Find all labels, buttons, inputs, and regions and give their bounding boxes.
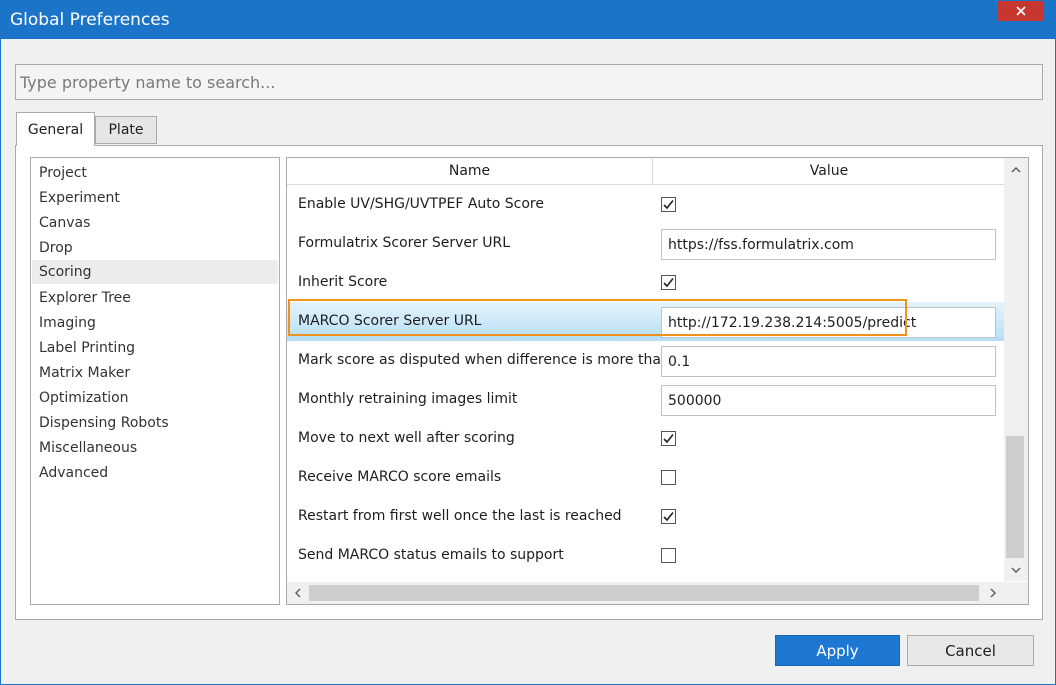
column-header-value[interactable]: Value — [654, 158, 1004, 185]
category-item-explorer-tree[interactable]: Explorer Tree — [32, 286, 278, 310]
category-item-miscellaneous[interactable]: Miscellaneous — [32, 436, 278, 460]
property-name: Formulatrix Scorer Server URL — [298, 235, 511, 251]
close-button[interactable] — [998, 1, 1044, 21]
move-next-well-checkbox[interactable] — [661, 431, 676, 446]
property-row[interactable]: Receive MARCO score emails — [287, 458, 1004, 497]
tab-plate[interactable]: Plate — [95, 116, 157, 144]
retraining-limit-input[interactable] — [661, 385, 996, 416]
category-item-optimization[interactable]: Optimization — [32, 386, 278, 410]
property-row[interactable]: Restart from first well once the last is… — [287, 497, 1004, 536]
property-name: Inherit Score — [298, 274, 388, 290]
category-item-canvas[interactable]: Canvas — [32, 211, 278, 235]
inherit-score-checkbox[interactable] — [661, 275, 676, 290]
category-item-advanced[interactable]: Advanced — [32, 461, 278, 485]
title-bar[interactable]: Global Preferences — [1, 1, 1055, 39]
disputed-difference-input[interactable] — [661, 346, 996, 377]
category-list: Project Experiment Canvas Drop Scoring E… — [30, 157, 280, 605]
formulatrix-scorer-url-input[interactable] — [661, 229, 996, 260]
vertical-scrollbar[interactable] — [1004, 158, 1028, 581]
checkmark-icon — [663, 278, 674, 288]
checkmark-icon — [663, 512, 674, 522]
property-row[interactable]: Mark score as disputed when difference i… — [287, 341, 1004, 380]
window-title: Global Preferences — [10, 10, 170, 30]
send-status-emails-checkbox[interactable] — [661, 548, 676, 563]
chevron-left-icon[interactable] — [288, 584, 308, 602]
enable-auto-score-checkbox[interactable] — [661, 197, 676, 212]
property-name: Monthly retraining images limit — [298, 391, 518, 407]
category-item-matrix-maker[interactable]: Matrix Maker — [32, 361, 278, 385]
category-item-scoring[interactable]: Scoring — [32, 260, 278, 284]
checkmark-icon — [663, 200, 674, 210]
property-name: Restart from first well once the last is… — [298, 508, 622, 524]
receive-emails-checkbox[interactable] — [661, 470, 676, 485]
grid-header: Name Value — [287, 158, 1004, 185]
tab-general[interactable]: General — [16, 112, 95, 146]
chevron-down-icon[interactable] — [1006, 561, 1026, 579]
property-name: Move to next well after scoring — [298, 430, 515, 446]
property-row[interactable]: Formulatrix Scorer Server URL — [287, 224, 1004, 263]
horizontal-scroll-thumb[interactable] — [309, 585, 979, 601]
category-item-dispensing-robots[interactable]: Dispensing Robots — [32, 411, 278, 435]
category-item-project[interactable]: Project — [32, 161, 278, 185]
cancel-button[interactable]: Cancel — [907, 635, 1034, 666]
scroll-corner — [1004, 582, 1028, 604]
category-item-label-printing[interactable]: Label Printing — [32, 336, 278, 360]
property-name: Enable UV/SHG/UVTPEF Auto Score — [298, 196, 544, 212]
column-header-name[interactable]: Name — [287, 158, 653, 185]
horizontal-scrollbar[interactable] — [287, 582, 1004, 604]
property-row-selected[interactable]: MARCO Scorer Server URL — [287, 302, 1004, 341]
vertical-scroll-thumb[interactable] — [1006, 436, 1024, 558]
category-item-drop[interactable]: Drop — [32, 236, 278, 260]
marco-scorer-url-input[interactable] — [661, 307, 996, 338]
property-row[interactable]: Monthly retraining images limit — [287, 380, 1004, 419]
close-icon — [1016, 6, 1026, 16]
property-name: MARCO Scorer Server URL — [298, 313, 482, 329]
property-row[interactable]: Enable UV/SHG/UVTPEF Auto Score — [287, 185, 1004, 224]
property-row[interactable]: Send MARCO status emails to support — [287, 536, 1004, 575]
category-item-imaging[interactable]: Imaging — [32, 311, 278, 335]
property-name: Mark score as disputed when difference i… — [298, 352, 670, 368]
chevron-up-icon[interactable] — [1006, 161, 1026, 179]
property-search-input[interactable] — [15, 64, 1043, 100]
checkmark-icon — [663, 434, 674, 444]
apply-button[interactable]: Apply — [775, 635, 900, 666]
category-item-experiment[interactable]: Experiment — [32, 186, 278, 210]
property-row[interactable]: Inherit Score — [287, 263, 1004, 302]
property-name: Send MARCO status emails to support — [298, 547, 564, 563]
global-preferences-window: Global Preferences General Plate Project… — [0, 0, 1056, 685]
property-name: Receive MARCO score emails — [298, 469, 502, 485]
restart-first-well-checkbox[interactable] — [661, 509, 676, 524]
property-grid: Name Value Enable UV/SHG/UVTPEF Auto Sco… — [286, 157, 1029, 605]
chevron-right-icon[interactable] — [983, 584, 1003, 602]
property-row[interactable]: Move to next well after scoring — [287, 419, 1004, 458]
